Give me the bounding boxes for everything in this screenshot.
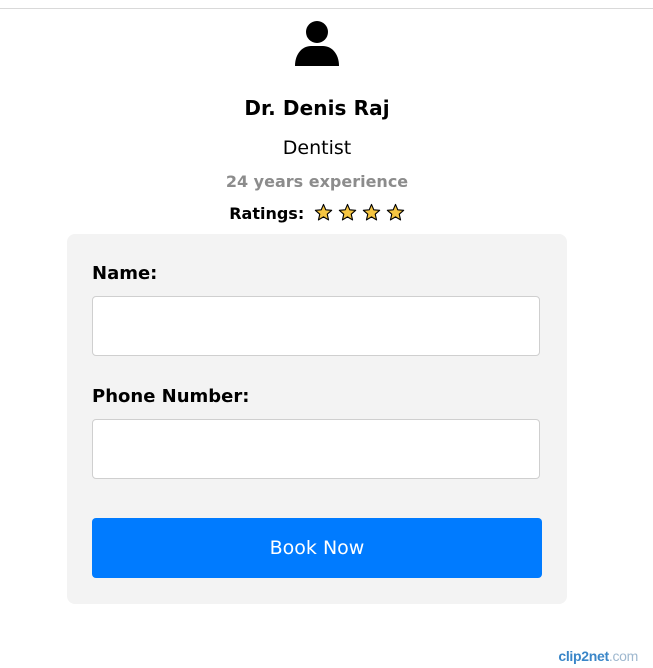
user-icon	[295, 21, 339, 66]
ratings-row: Ratings:	[0, 203, 634, 226]
phone-label: Phone Number:	[92, 386, 250, 407]
star-icon	[338, 203, 357, 221]
star-icon	[314, 203, 333, 221]
doctor-experience: 24 years experience	[225, 172, 409, 191]
clip2net-watermark: clip2net.com	[558, 648, 638, 664]
name-label: Name:	[92, 263, 158, 284]
booking-page: Dr. Denis Raj Dentist 24 years experienc…	[0, 0, 653, 668]
star-icon	[362, 203, 381, 221]
phone-input[interactable]	[92, 419, 540, 479]
star-icon	[386, 203, 405, 221]
watermark-brand: clip2net	[558, 648, 609, 664]
name-input[interactable]	[92, 296, 540, 356]
book-now-button[interactable]: Book Now	[92, 518, 542, 578]
ratings-label: Ratings:	[229, 204, 305, 223]
doctor-specialty: Dentist	[282, 137, 352, 159]
top-divider	[0, 8, 653, 9]
rating-stars	[314, 203, 405, 226]
doctor-name: Dr. Denis Raj	[244, 96, 390, 120]
booking-form: Name: Phone Number: Book Now	[67, 234, 567, 604]
watermark-tld: .com	[608, 648, 638, 664]
